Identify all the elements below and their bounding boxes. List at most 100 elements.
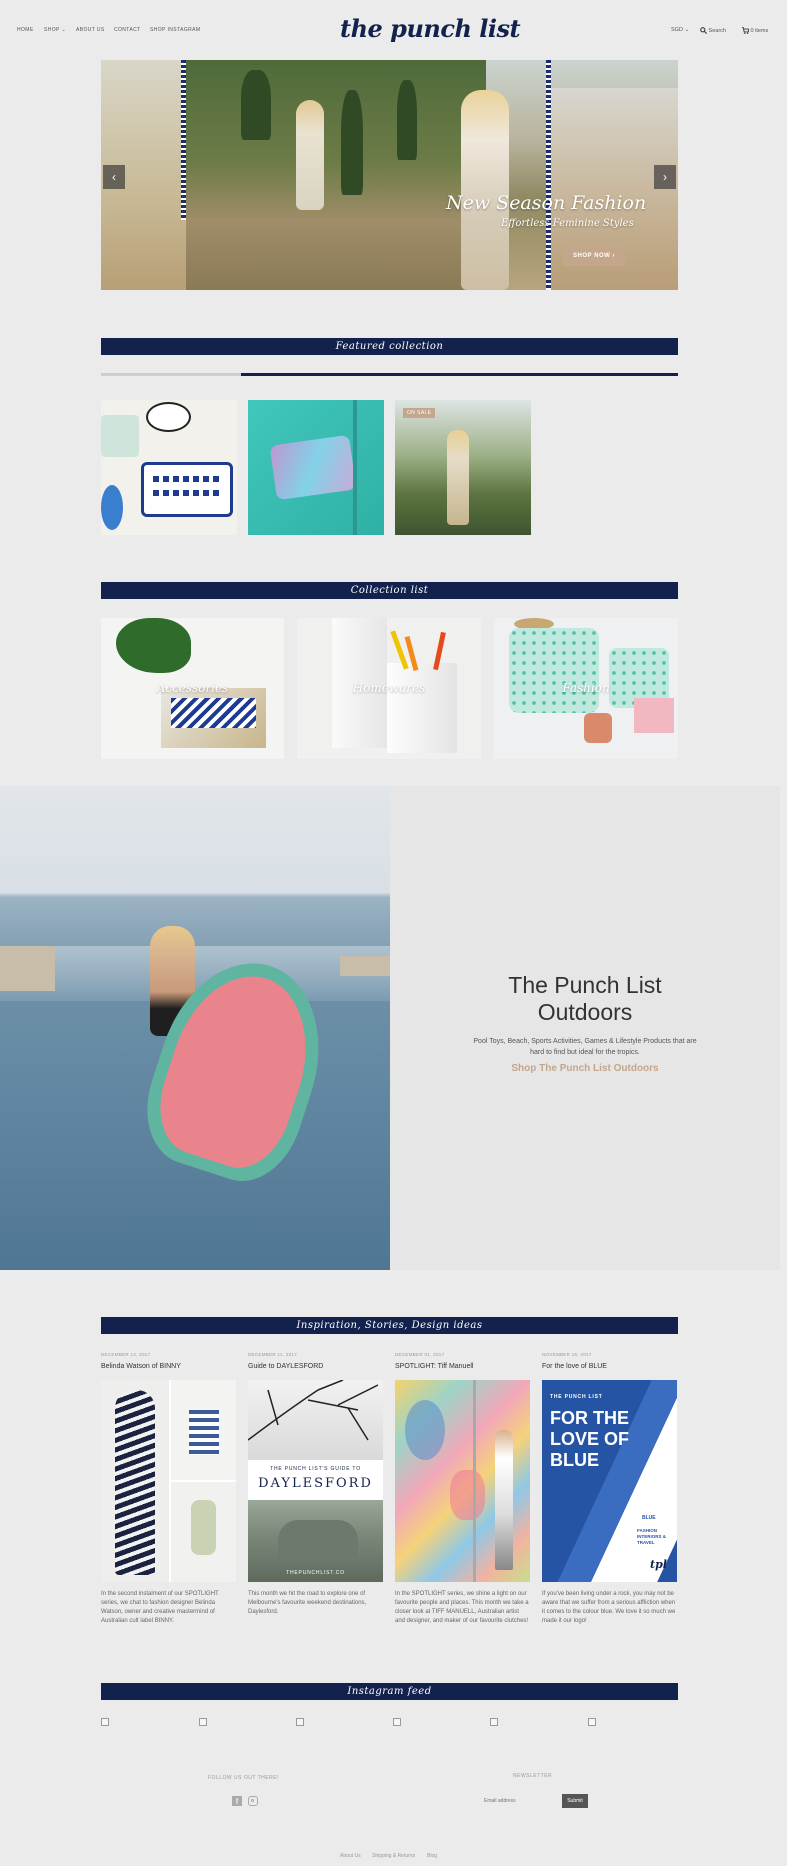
collection-card-homewares[interactable]: Homewares [297, 618, 481, 759]
hero-pattern-border [546, 60, 551, 290]
follow-heading: FOLLOW US OUT THERE! [208, 1775, 279, 1781]
post-image-top [189, 1410, 219, 1455]
post-title[interactable]: For the love of BLUE [542, 1363, 607, 1370]
product-card[interactable]: ON SALE [395, 400, 531, 535]
post-image[interactable] [101, 1380, 236, 1582]
hero-tree [397, 80, 417, 160]
post-image[interactable]: THE PUNCH LIST'S GUIDE TO DAYLESFORD THE… [248, 1380, 383, 1582]
post-image-paint [405, 1400, 445, 1460]
collection-image-skirt [634, 698, 674, 733]
post-date: NOVEMBER 15, 2017 [542, 1352, 592, 1357]
post-excerpt: In the SPOTLIGHT series, we shine a ligh… [395, 1591, 529, 1624]
collection-title: Homewares [352, 681, 426, 695]
slideshow-next-button[interactable]: › [654, 165, 676, 189]
on-sale-badge: ON SALE [403, 408, 436, 418]
cart-link[interactable]: 0 items [742, 27, 768, 34]
shop-now-button[interactable]: SHOP NOW › [563, 246, 625, 266]
product-image-plate [101, 485, 123, 530]
newsletter-email-input[interactable] [480, 1794, 560, 1808]
nav-about-us[interactable]: ABOUT US [76, 27, 105, 33]
instagram-heading: Instagram feed [101, 1683, 678, 1700]
instagram-image[interactable] [296, 1718, 304, 1726]
shop-outdoors-link[interactable]: Shop The Punch List Outdoors [390, 1063, 780, 1074]
post-image-caption: BLUE [642, 1515, 656, 1521]
hero-tree [341, 90, 363, 195]
collection-image-sandals [584, 713, 612, 743]
instagram-image[interactable] [588, 1718, 596, 1726]
post-image-caption: THE PUNCH LIST [550, 1394, 603, 1400]
product-image-door [353, 400, 357, 535]
post-title[interactable]: SPOTLIGHT: Tiff Manuell [395, 1363, 473, 1370]
product-card[interactable] [248, 400, 384, 535]
post-image-caption: DAYLESFORD [258, 1476, 373, 1491]
footer-link-about[interactable]: About Us [340, 1853, 361, 1859]
cart-label: 0 items [750, 27, 769, 34]
collection-image-pattern [171, 698, 256, 728]
collection-card-accessories[interactable]: Accessories [101, 618, 284, 759]
collection-image-leaf [116, 618, 191, 673]
nav-shop-instagram[interactable]: SHOP INSTAGRAM [150, 27, 200, 33]
post-excerpt: In the second instalment of our SPOTLIGH… [101, 1591, 219, 1624]
nav-home[interactable]: HOME [17, 27, 34, 33]
post-image-paint [450, 1470, 485, 1520]
blog-heading: Inspiration, Stories, Design ideas [101, 1317, 678, 1334]
post-image[interactable]: THE PUNCH LIST FOR THE LOVE OF BLUE BLUE… [542, 1380, 677, 1582]
site-logo[interactable]: the punch list [340, 14, 521, 43]
product-image-clutch [269, 434, 357, 501]
search-link[interactable]: Search [700, 27, 726, 35]
post-date: DECEMBER 14, 2017 [101, 1352, 151, 1357]
product-image-plate [101, 415, 139, 457]
search-icon [700, 27, 708, 35]
facebook-icon[interactable]: f [232, 1796, 242, 1806]
nav-shop-label: SHOP [44, 27, 60, 33]
instagram-image[interactable] [101, 1718, 109, 1726]
outdoors-title-line: The Punch List [508, 972, 662, 998]
slideshow-prev-button[interactable]: ‹ [103, 165, 125, 189]
hero-subtitle: Effortless Feminine Styles [501, 218, 634, 229]
collection-list-heading: Collection list [101, 582, 678, 599]
post-image-car-body [278, 1520, 358, 1560]
hero-slideshow[interactable]: New Season Fashion Effortless Feminine S… [101, 60, 678, 290]
hero-model [461, 90, 509, 290]
currency-selector[interactable]: SGD ⌄ [671, 27, 689, 33]
outdoors-image [0, 786, 390, 1270]
collection-title: Fashion [562, 681, 610, 695]
hero-pattern-border [181, 60, 186, 220]
footer-link-shipping[interactable]: Shipping & Returns [372, 1853, 415, 1859]
outdoors-title-line: Outdoors [537, 999, 633, 1025]
product-card[interactable] [101, 400, 237, 535]
cart-icon [742, 27, 750, 34]
post-image-branches [248, 1380, 379, 1441]
nav-contact[interactable]: CONTACT [114, 27, 141, 33]
collection-image-bag [387, 663, 457, 753]
post-image-panel-edge [473, 1380, 476, 1582]
post-date: DECEMBER 01, 2017 [395, 1352, 445, 1357]
outdoors-text-panel [390, 786, 780, 1270]
newsletter-submit-button[interactable]: Submit [562, 1794, 588, 1808]
footer-link-blog[interactable]: Blog [427, 1853, 437, 1859]
nav-shop[interactable]: SHOP ⌄ [44, 27, 66, 33]
product-image-pattern [153, 490, 223, 496]
hero-tree [241, 70, 271, 140]
post-date: DECEMBER 11, 2017 [248, 1352, 298, 1357]
currency-label: SGD [671, 27, 683, 33]
post-image-dress [191, 1500, 216, 1555]
hero-image-garden [186, 60, 486, 290]
post-title[interactable]: Belinda Watson of BINNY [101, 1363, 181, 1370]
collection-image-dress [509, 628, 599, 713]
instagram-image[interactable] [490, 1718, 498, 1726]
product-image-plate [146, 402, 191, 432]
newsletter-heading: NEWSLETTER [513, 1773, 553, 1779]
product-image-model [447, 430, 469, 525]
post-excerpt: If you've been living under a rock, you … [542, 1591, 676, 1624]
instagram-image[interactable] [199, 1718, 207, 1726]
post-title[interactable]: Guide to DAYLESFORD [248, 1363, 323, 1370]
collection-card-fashion[interactable]: Fashion [494, 618, 678, 759]
outdoors-description: Pool Toys, Beach, Sports Activities, Gam… [473, 1038, 697, 1056]
instagram-icon[interactable] [248, 1796, 258, 1806]
post-image-caption: FASHION INTERIORS & TRAVEL [637, 1528, 667, 1545]
instagram-image[interactable] [393, 1718, 401, 1726]
instagram-icon-lens [251, 1799, 254, 1802]
post-image[interactable] [395, 1380, 530, 1582]
hero-title: New Season Fashion [446, 192, 647, 214]
